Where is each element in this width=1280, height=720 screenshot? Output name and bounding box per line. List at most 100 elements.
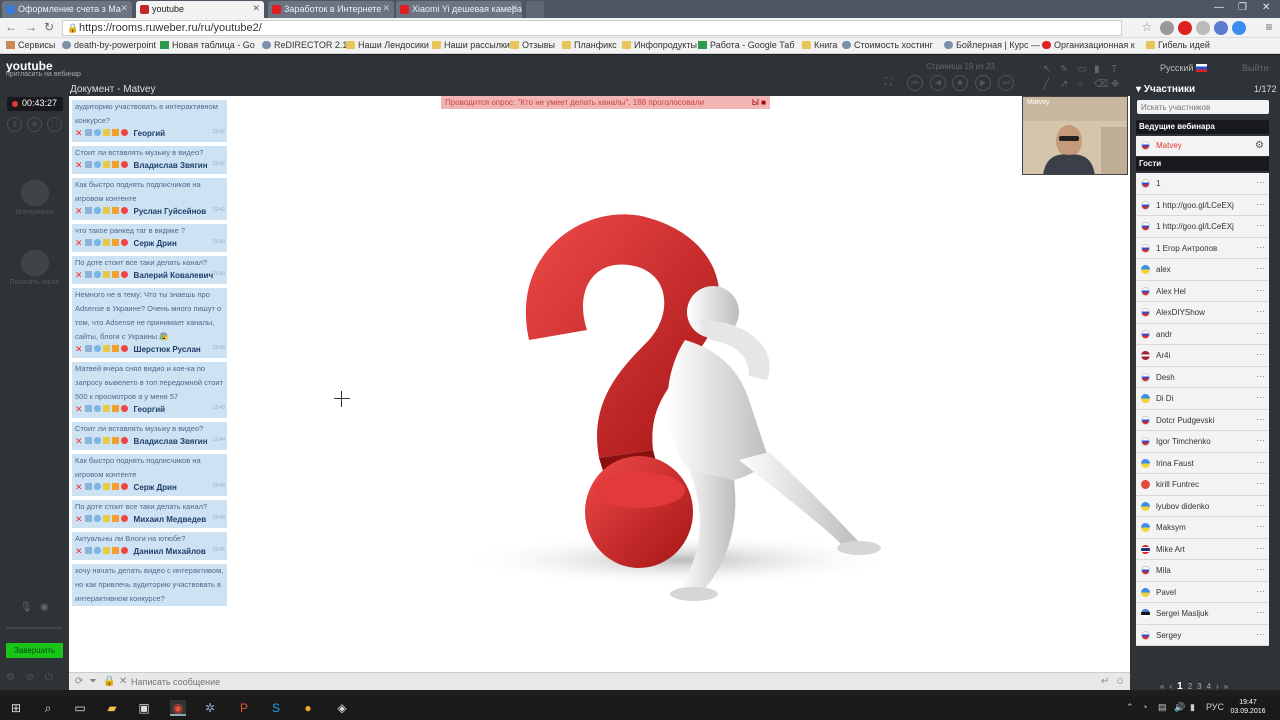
participant-row[interactable]: andr ⋯ — [1136, 323, 1269, 345]
bookmark-item[interactable]: Сервисы — [6, 40, 55, 50]
chat-author[interactable]: Даниил Михайлов — [134, 547, 206, 556]
flag-icon[interactable] — [111, 345, 119, 352]
bookmark-item[interactable]: Наши рассылки — [432, 40, 510, 50]
fullscreen-icon[interactable]: ⛶ — [47, 117, 62, 132]
page-link[interactable]: « — [1160, 682, 1164, 691]
delete-icon[interactable]: ✕ — [75, 483, 83, 492]
quote-icon[interactable] — [93, 547, 101, 554]
block-icon[interactable] — [120, 239, 128, 246]
chat-author[interactable]: Руслан Гуйсейнов — [134, 207, 207, 216]
bookmark-item[interactable]: ReDIRECTOR 2.1.2 — [262, 40, 355, 50]
reply-icon[interactable] — [84, 161, 92, 168]
delete-icon[interactable]: ✕ — [75, 161, 83, 170]
tab-close-icon[interactable]: ✕ — [382, 3, 390, 14]
delete-icon[interactable]: ✕ — [75, 515, 83, 524]
delete-icon[interactable]: ✕ — [75, 547, 83, 556]
block-icon[interactable] — [120, 405, 128, 412]
app-icon[interactable]: ◈ — [334, 700, 350, 716]
more-icon[interactable]: ⋯ — [1256, 242, 1265, 253]
reload-icon[interactable]: ↻ — [42, 20, 56, 34]
participant-row[interactable]: Alex Hel ⋯ — [1136, 280, 1269, 302]
quote-icon[interactable] — [93, 271, 101, 278]
participant-row[interactable]: Maksym ⋯ — [1136, 517, 1269, 539]
invite-link[interactable]: пригласить на вебинар — [6, 71, 81, 78]
next-page-icon[interactable]: ▶ — [975, 75, 991, 91]
tray-icon[interactable]: ◔ — [1142, 702, 1147, 712]
chrome-icon[interactable]: ◉ — [170, 700, 186, 716]
participant-row[interactable]: Mila ⋯ — [1136, 560, 1269, 582]
share-screen-button[interactable]: Показать экран — [0, 250, 69, 286]
tab-close-icon[interactable]: ✕ — [510, 3, 518, 14]
extension-icon[interactable] — [1160, 21, 1174, 35]
text-tool-icon[interactable]: T — [1111, 64, 1117, 75]
more-icon[interactable]: ⋯ — [1256, 220, 1265, 231]
quote-icon[interactable] — [93, 437, 101, 444]
last-page-icon[interactable]: ⏭ — [998, 75, 1014, 91]
quote-icon[interactable] — [93, 129, 101, 136]
bookmark-item[interactable]: Стоимость хостинг — [842, 40, 933, 50]
page-link[interactable]: 3 — [1197, 682, 1201, 691]
warn-icon[interactable] — [102, 271, 110, 278]
warn-icon[interactable] — [102, 405, 110, 412]
block-icon[interactable] — [120, 345, 128, 352]
chat-author[interactable]: Серж Дрин — [134, 483, 177, 492]
system-clock[interactable]: 19:47 03.09.2016 — [1224, 698, 1272, 716]
participant-row[interactable]: 1 Егор Антропов ⋯ — [1136, 237, 1269, 259]
warn-icon[interactable] — [102, 345, 110, 352]
delete-icon[interactable]: ✕ — [75, 437, 83, 446]
block-icon[interactable] — [120, 437, 128, 444]
bookmark-item[interactable]: Планфикс — [562, 40, 617, 50]
url-field[interactable]: 🔒 https://rooms.ruweber.ru/ru/youtube2/ — [62, 20, 1122, 36]
bookmark-star-icon[interactable]: ☆ — [1140, 20, 1154, 34]
flag-icon[interactable] — [111, 239, 119, 246]
more-icon[interactable]: ⋯ — [1256, 435, 1265, 446]
flag-icon[interactable] — [111, 129, 119, 136]
warn-icon[interactable] — [102, 161, 110, 168]
quote-icon[interactable] — [93, 207, 101, 214]
delete-icon[interactable]: ✕ — [75, 129, 83, 138]
keyboard-language[interactable]: РУС — [1206, 702, 1224, 712]
flag-icon[interactable] — [111, 547, 119, 554]
participant-row[interactable]: Sergei Masljuk ⋯ — [1136, 603, 1269, 625]
webcam-video[interactable]: Matvey — [1022, 96, 1128, 175]
more-icon[interactable]: ⋯ — [1256, 328, 1265, 339]
more-icon[interactable]: ⋯ — [1256, 457, 1265, 468]
participant-row[interactable]: Dotcr Pudgevski ⋯ — [1136, 409, 1269, 431]
fullscreen-icon[interactable]: ⛶ — [885, 77, 892, 88]
battery-icon[interactable]: ▮ — [1190, 702, 1195, 713]
power-icon[interactable]: ⏻ — [45, 672, 53, 683]
emoji-icon[interactable]: ☺ — [1115, 676, 1125, 687]
close-window-icon[interactable]: ✕ — [1262, 2, 1270, 13]
stop-icon[interactable]: ■ — [952, 75, 968, 91]
tab-close-icon[interactable]: ✕ — [120, 3, 128, 14]
bookmark-item[interactable]: Организационная к — [1042, 40, 1135, 50]
settings-icon[interactable]: ⚙ — [6, 672, 15, 683]
menu-icon[interactable]: ≡ — [1262, 20, 1276, 34]
page-link[interactable]: 4 — [1207, 682, 1211, 691]
participant-row[interactable]: kirill Funtrec ⋯ — [1136, 474, 1269, 496]
more-icon[interactable]: ⋯ — [1256, 177, 1265, 188]
more-icon[interactable]: ⋯ — [1256, 414, 1265, 425]
participant-row[interactable]: Sergey ⋯ — [1136, 624, 1269, 646]
warn-icon[interactable] — [102, 515, 110, 522]
lock-icon[interactable]: 🔒 — [103, 676, 115, 687]
page-link[interactable]: › — [1216, 682, 1219, 691]
page-link[interactable]: ‹ — [1169, 682, 1172, 691]
chat-author[interactable]: Серж Дрин — [134, 239, 177, 248]
reply-icon[interactable] — [84, 547, 92, 554]
page-link[interactable]: » — [1224, 682, 1228, 691]
bookmark-item[interactable]: Наши Лендосики — [346, 40, 429, 50]
more-icon[interactable]: ⋯ — [1256, 607, 1265, 618]
participant-row[interactable]: 1 http://goo.gl/LCeEXj ⋯ — [1136, 194, 1269, 216]
flag-icon[interactable] — [111, 271, 119, 278]
skype-icon[interactable]: S — [268, 700, 284, 716]
exit-link[interactable]: Выйти — [1242, 63, 1269, 73]
start-icon[interactable]: ⊞ — [8, 700, 24, 716]
warn-icon[interactable] — [102, 129, 110, 136]
tab-close-icon[interactable]: ✕ — [252, 3, 260, 14]
pan-tool-icon[interactable]: ✥ — [1111, 79, 1119, 90]
pointer-tool-icon[interactable]: ↖ — [1043, 64, 1051, 75]
participant-row[interactable]: Di Di ⋯ — [1136, 388, 1269, 410]
participant-row[interactable]: AlexDIYShow ⋯ — [1136, 302, 1269, 324]
more-icon[interactable]: ⋯ — [1256, 285, 1265, 296]
